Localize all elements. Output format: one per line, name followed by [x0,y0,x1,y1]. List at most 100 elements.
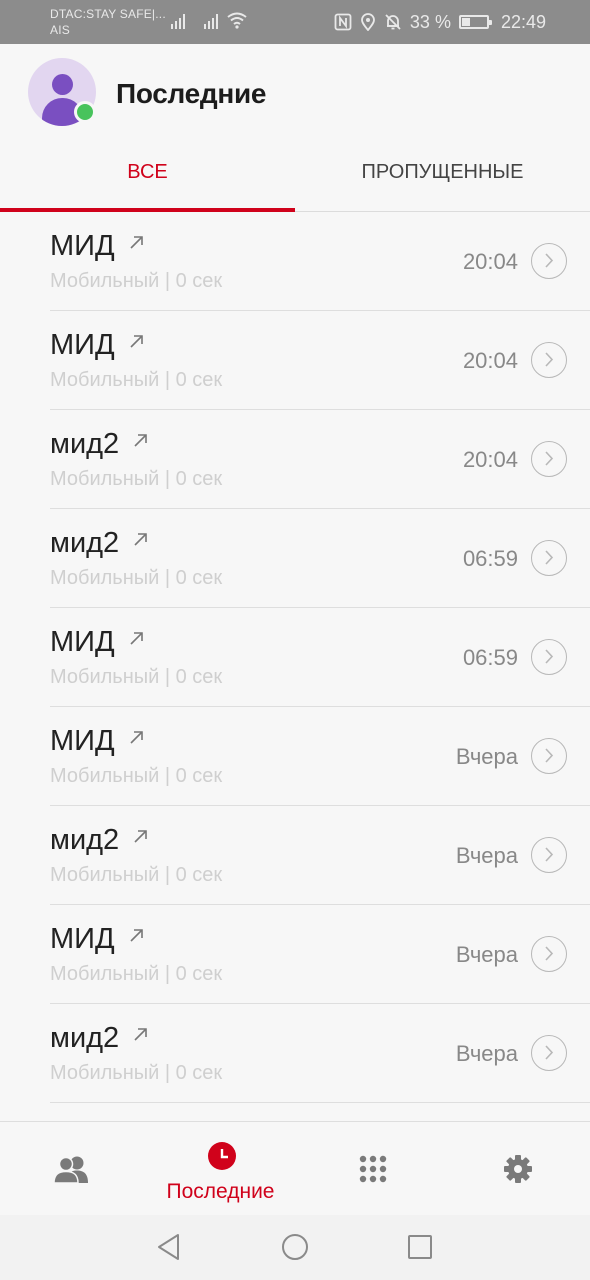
contact-name: МИД [50,923,115,955]
outgoing-call-icon [134,533,147,546]
call-time: 06:59 [462,645,518,670]
carrier-2: AIS [50,23,70,37]
chevron-right-icon [545,847,554,862]
call-detail: Мобильный | 0 сек [50,864,223,886]
call-list: МИД Мобильный | 0 сек 20:04 МИД Мобильны… [0,212,590,1103]
call-info-button[interactable] [531,837,567,873]
contact-name: МИД [50,725,115,757]
call-time: 20:04 [462,447,518,472]
tab-bar: ВСЕ ПРОПУЩЕННЫЕ [0,144,590,212]
chevron-right-icon [545,649,554,664]
signal-icon [171,14,185,29]
chevron-right-icon [545,352,554,367]
nav-dialpad[interactable] [295,1122,442,1216]
nav-settings[interactable] [442,1122,589,1216]
online-status-dot [74,101,96,123]
signal-icon [204,14,218,29]
location-icon [361,13,375,31]
dialpad-icon [359,1155,387,1183]
outgoing-call-icon [130,731,143,744]
battery-icon [458,15,492,29]
contact-name: МИД [50,329,115,361]
battery-level [461,18,470,26]
call-time: Вчера [455,843,518,868]
nav-contacts[interactable] [0,1122,147,1216]
nfc-icon [334,13,352,31]
contacts-icon [53,1156,88,1183]
tab-missed[interactable]: ПРОПУЩЕННЫЕ [295,144,590,212]
call-info-button[interactable] [531,936,567,972]
call-time: 20:04 [462,348,518,373]
contact-name: мид2 [50,1022,120,1054]
carrier-info: DTAC:STAY SAFE|... AIS [50,6,166,38]
contact-name: МИД [50,230,115,262]
call-log-row[interactable]: мид2 Мобильный | 0 сек Вчера [0,806,590,905]
chevron-right-icon [545,946,554,961]
carrier-1: DTAC:STAY SAFE|... [50,7,166,21]
outgoing-call-icon [130,236,143,249]
call-info-button[interactable] [531,540,567,576]
outgoing-call-icon [130,632,143,645]
call-info-button[interactable] [531,738,567,774]
call-detail: Мобильный | 0 сек [50,369,223,391]
battery-percent: 33 % [409,11,451,32]
chevron-right-icon [545,550,554,565]
back-icon[interactable] [155,1232,183,1262]
call-detail: Мобильный | 0 сек [50,666,223,688]
call-detail: Мобильный | 0 сек [50,270,223,292]
call-time: Вчера [455,744,518,769]
clock-icon [208,1142,236,1170]
row-divider [50,1102,590,1103]
system-nav-bar [0,1215,590,1280]
nav-recents[interactable]: Последние [147,1122,294,1216]
call-log-row[interactable]: МИД Мобильный | 0 сек Вчера [0,905,590,1004]
call-detail: Мобильный | 0 сек [50,963,223,985]
outgoing-call-icon [130,929,143,942]
bottom-nav: Последние [0,1121,590,1215]
outgoing-call-icon [130,335,143,348]
call-time: 20:04 [462,249,518,274]
contact-name: МИД [50,626,115,658]
call-time: Вчера [455,942,518,967]
wifi-icon [227,12,247,29]
call-info-button[interactable] [531,243,567,279]
call-log-row[interactable]: МИД Мобильный | 0 сек 20:04 [0,212,590,311]
call-log-row[interactable]: МИД Мобильный | 0 сек Вчера [0,707,590,806]
call-detail: Мобильный | 0 сек [50,765,223,787]
header: Последние [0,44,590,144]
call-time: 06:59 [462,546,518,571]
outgoing-call-icon [134,830,147,843]
avatar-head [52,74,73,95]
call-detail: Мобильный | 0 сек [50,468,223,490]
call-log-row[interactable]: МИД Мобильный | 0 сек 20:04 [0,311,590,410]
call-detail: Мобильный | 0 сек [50,567,223,589]
outgoing-call-icon [134,434,147,447]
clock-time: 22:49 [500,11,546,32]
page-title: Последние [116,78,267,109]
call-log-row[interactable]: мид2 Мобильный | 0 сек Вчера [0,1004,590,1103]
chevron-right-icon [545,253,554,268]
chevron-right-icon [545,1045,554,1060]
call-log-row[interactable]: мид2 Мобильный | 0 сек 06:59 [0,509,590,608]
gear-icon [504,1155,532,1183]
recent-apps-icon[interactable] [406,1232,434,1262]
call-time: Вчера [455,1041,518,1066]
nav-recents-label: Последние [166,1180,275,1203]
contact-name: мид2 [50,824,120,856]
call-info-button[interactable] [531,1035,567,1071]
call-info-button[interactable] [531,441,567,477]
home-icon[interactable] [280,1232,310,1262]
tab-all[interactable]: ВСЕ [0,144,295,212]
call-info-button[interactable] [531,342,567,378]
call-log-row[interactable]: мид2 Мобильный | 0 сек 20:04 [0,410,590,509]
outgoing-call-icon [134,1028,147,1041]
bell-off-icon [385,14,401,30]
chevron-right-icon [545,451,554,466]
call-log-row[interactable]: МИД Мобильный | 0 сек 06:59 [0,608,590,707]
chevron-right-icon [545,748,554,763]
call-detail: Мобильный | 0 сек [50,1062,223,1084]
contact-name: мид2 [50,428,120,460]
contact-name: мид2 [50,527,120,559]
call-info-button[interactable] [531,639,567,675]
status-bar: DTAC:STAY SAFE|... AIS 33 % 22:49 [0,0,590,44]
